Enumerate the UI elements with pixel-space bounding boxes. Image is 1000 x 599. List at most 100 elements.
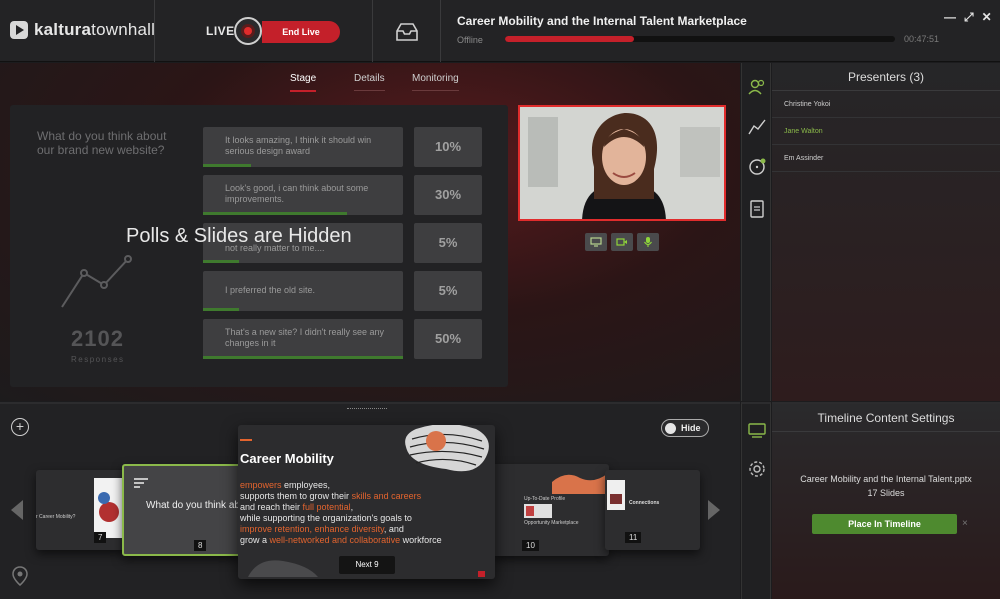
timeline-content-settings: Timeline Content Settings Career Mobilit… xyxy=(772,402,1000,599)
poll-question: What do you think about our brand new we… xyxy=(37,129,167,157)
slide-number: 8 xyxy=(194,540,207,551)
slide-body-text: , and xyxy=(383,524,404,534)
slide-number: 11 xyxy=(625,532,642,543)
poll-answer: That's a new site? I didn't really see a… xyxy=(203,319,403,359)
slide-thumbnail-selected[interactable]: What do you think about our brand new we… xyxy=(122,464,242,556)
presenter-item[interactable]: Em Assinder xyxy=(772,145,1000,172)
presenters-title: Presenters (3) xyxy=(772,63,1000,91)
elapsed-time: 00:47:51 xyxy=(904,34,940,44)
presentation-file-name: Career Mobility and the Internal Talent.… xyxy=(800,474,972,484)
poll-answer: Look's good, i can think about some impr… xyxy=(203,175,403,215)
event-progress-bar[interactable] xyxy=(505,36,895,42)
event-title: Career Mobility and the Internal Talent … xyxy=(457,14,747,28)
divider xyxy=(440,0,441,62)
slide-thumbnail[interactable]: r Career Mobility? 7 xyxy=(36,470,126,550)
answer-percent: 10% xyxy=(414,127,482,167)
slide-highlight-text: full potential xyxy=(302,502,351,512)
list-icon xyxy=(134,478,148,488)
hide-toggle[interactable]: Hide xyxy=(661,419,709,437)
live-label: LIVE xyxy=(206,24,235,38)
responses-label: Responses xyxy=(71,355,125,364)
progress-fill xyxy=(505,36,634,42)
next-slide-button[interactable]: Next 9 xyxy=(339,556,395,574)
kaltura-logo-icon xyxy=(10,21,28,39)
tab-stage[interactable]: Stage xyxy=(290,73,317,92)
slide-text-line: Opportunity Marketplace xyxy=(524,520,579,526)
previous-slides-arrow[interactable] xyxy=(11,500,23,520)
answer-bar xyxy=(203,356,403,359)
slide-body-text: grow a xyxy=(240,535,270,545)
close-icon[interactable]: ✕ xyxy=(982,10,992,25)
slide-thumbnail[interactable]: Up-To-Date Profile Opportunity Marketpla… xyxy=(492,464,609,556)
slide-number: 10 xyxy=(522,540,539,551)
settings-title: Timeline Content Settings xyxy=(772,404,1000,432)
live-broadcast-icon xyxy=(234,17,262,45)
slide-caption: What do you think about our brand new we… xyxy=(146,500,240,511)
logo-bold-text: kaltura xyxy=(34,20,92,39)
timeline-side-tabs xyxy=(741,402,771,599)
inbox-icon[interactable] xyxy=(394,22,420,42)
presenter-item-active[interactable]: Jane Walton xyxy=(772,118,1000,145)
screen-share-icon[interactable] xyxy=(585,233,607,251)
event-status: Offline xyxy=(457,35,483,45)
slide-heading: Connections xyxy=(629,500,660,506)
answer-bar xyxy=(203,212,347,215)
minimize-icon[interactable]: — xyxy=(944,10,956,25)
trend-chart-icon xyxy=(61,255,132,308)
divider xyxy=(154,0,155,62)
add-content-button[interactable]: + xyxy=(11,418,29,436)
answer-percent: 5% xyxy=(414,271,482,311)
slide-body: empowers employees, supports them to grow… xyxy=(240,480,490,546)
close-icon[interactable]: × xyxy=(962,518,968,529)
settings-icon[interactable] xyxy=(748,460,766,478)
place-in-timeline-button[interactable]: Place In Timeline xyxy=(812,514,957,534)
slide-caption: r Career Mobility? xyxy=(36,514,76,520)
poll-answer: I preferred the old site. xyxy=(203,271,403,311)
chat-icon[interactable] xyxy=(748,158,766,176)
slide-highlight-text: improve retention, enhance diversity xyxy=(240,524,384,534)
stage-area: Stage Details Monitoring What do you thi… xyxy=(0,63,740,401)
slide-highlight-text: skills and careers xyxy=(351,491,422,501)
restore-icon[interactable]: ⤢ xyxy=(964,10,974,25)
slide-title: Career Mobility xyxy=(240,451,334,466)
answer-percent: 30% xyxy=(414,175,482,215)
next-slides-arrow[interactable] xyxy=(708,500,720,520)
slides-icon[interactable] xyxy=(748,420,766,438)
side-panel-tabs xyxy=(741,63,771,401)
microphone-icon[interactable] xyxy=(637,233,659,251)
notes-icon[interactable] xyxy=(748,200,766,218)
accent-line xyxy=(240,439,252,441)
kaltura-townhall-logo: kalturatownhall xyxy=(10,20,155,40)
divider xyxy=(372,0,373,62)
answer-text: Look's good, i can think about some impr… xyxy=(225,183,369,204)
slide-body-text: while supporting the organization's goal… xyxy=(240,513,412,523)
resize-handle[interactable] xyxy=(347,408,387,410)
tab-details[interactable]: Details xyxy=(354,73,385,91)
answer-text: It looks amazing, I think it should win … xyxy=(225,135,372,156)
slide-body-text: and reach their xyxy=(240,502,303,512)
presenter-item[interactable]: Christine Yokoi xyxy=(772,91,1000,118)
hide-toggle-label: Hide xyxy=(681,423,701,433)
location-pin-icon[interactable] xyxy=(12,566,28,586)
responses-count: 2102 xyxy=(71,326,124,351)
end-live-button[interactable]: End Live xyxy=(262,21,340,43)
answer-bar xyxy=(203,164,251,167)
tab-monitoring[interactable]: Monitoring xyxy=(412,73,459,91)
slide-body-text: employees, xyxy=(281,480,331,490)
poll-answer: It looks amazing, I think it should win … xyxy=(203,127,403,167)
presenter-video-frame xyxy=(520,107,724,219)
logo-light-text: townhall xyxy=(91,20,156,39)
slide-body-text: , xyxy=(350,502,354,512)
slide-number: 7 xyxy=(94,532,107,543)
polls-hidden-notice: Polls & Slides are Hidden xyxy=(126,225,352,247)
camera-icon[interactable] xyxy=(611,233,633,251)
analytics-icon[interactable] xyxy=(748,118,766,136)
current-slide-preview[interactable]: Career Mobility empowers employees, suppo… xyxy=(238,425,495,579)
presenters-icon[interactable] xyxy=(748,78,766,96)
answer-text: That's a new site? I didn't really see a… xyxy=(225,327,385,348)
slide-highlight-text: empowers xyxy=(240,480,282,490)
answer-percent: 50% xyxy=(414,319,482,359)
answer-bar xyxy=(203,260,239,263)
presenter-video[interactable] xyxy=(518,105,726,221)
slide-thumbnail[interactable]: Connections 11 xyxy=(605,470,700,550)
